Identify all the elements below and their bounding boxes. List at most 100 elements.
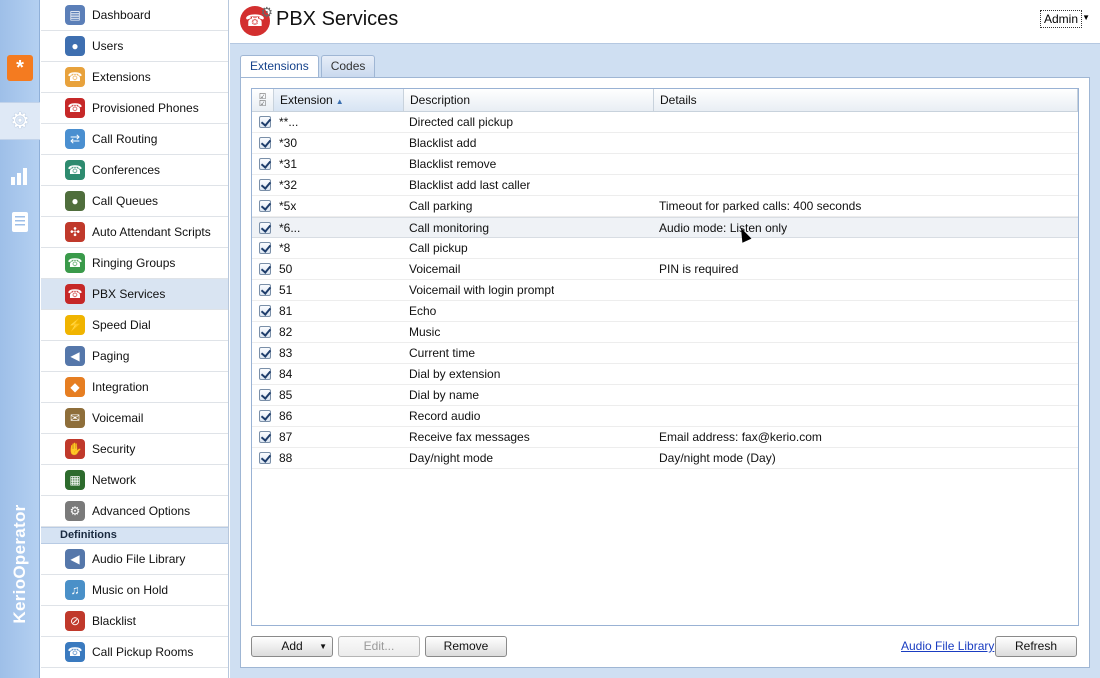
column-header-extension[interactable]: Extension ▲ bbox=[274, 89, 404, 112]
enabled-checkbox[interactable] bbox=[259, 452, 271, 464]
sidebar-item-label: Blacklist bbox=[92, 614, 137, 628]
sidebar-item-integration[interactable]: ◆ Integration bbox=[41, 372, 228, 403]
sidebar-item-call-pickup-rooms[interactable]: ☎ Call Pickup Rooms bbox=[41, 637, 228, 668]
table-row[interactable]: *8 Call pickup bbox=[252, 238, 1078, 259]
column-header-details[interactable]: Details bbox=[654, 89, 1078, 112]
sidebar-item-label: Call Queues bbox=[92, 194, 159, 208]
table-row[interactable]: *30 Blacklist add bbox=[252, 133, 1078, 154]
sidebar-item-call-queues[interactable]: ● Call Queues bbox=[41, 186, 228, 217]
table-row[interactable]: 87 Receive fax messages Email address: fax… bbox=[252, 427, 1078, 448]
enabled-checkbox[interactable] bbox=[259, 410, 271, 422]
caret-down-icon: ▼ bbox=[319, 642, 327, 651]
header-select-all[interactable]: ☑ ☑ bbox=[252, 89, 274, 112]
enabled-checkbox[interactable] bbox=[259, 179, 271, 191]
enabled-checkbox[interactable] bbox=[259, 137, 271, 149]
table-row[interactable]: 51 Voicemail with login prompt bbox=[252, 280, 1078, 301]
table-row[interactable]: 84 Dial by extension bbox=[252, 364, 1078, 385]
table-row[interactable]: **... Directed call pickup bbox=[252, 112, 1078, 133]
description-cell: Receive fax messages bbox=[409, 430, 530, 444]
extension-cell: 82 bbox=[279, 325, 293, 339]
sidebar-item-provisioned-phones[interactable]: ☎ Provisioned Phones bbox=[41, 93, 228, 124]
sidebar-item-auto-attendant-scripts[interactable]: ✣ Auto Attendant Scripts bbox=[41, 217, 228, 248]
sidebar-item-label: Music on Hold bbox=[92, 583, 169, 597]
sidebar-item-blacklist[interactable]: ⊘ Blacklist bbox=[41, 606, 228, 637]
details-cell: Day/night mode (Day) bbox=[659, 451, 776, 465]
edit-button[interactable]: Edit... bbox=[338, 636, 420, 657]
sidebar-item-advanced-options[interactable]: ⚙ Advanced Options bbox=[41, 496, 228, 527]
rail-logs-button[interactable] bbox=[0, 203, 40, 241]
sidebar-item-label: Integration bbox=[92, 380, 149, 394]
tab-extensions[interactable]: Extensions bbox=[240, 55, 319, 78]
refresh-button[interactable]: Refresh bbox=[995, 636, 1077, 657]
enabled-checkbox[interactable] bbox=[259, 326, 271, 338]
table-row[interactable]: *5x Call parking Timeout for parked calls:… bbox=[252, 196, 1078, 217]
brand-text: KerioOperator bbox=[10, 504, 29, 624]
sidebar-item-voicemail[interactable]: ✉ Voicemail bbox=[41, 403, 228, 434]
sidebar-item-audio-file-library[interactable]: ◀ Audio File Library bbox=[41, 544, 228, 575]
table-row[interactable]: 85 Dial by name bbox=[252, 385, 1078, 406]
sidebar-item-extensions[interactable]: ☎ Extensions bbox=[41, 62, 228, 93]
enabled-checkbox[interactable] bbox=[259, 242, 271, 254]
enabled-checkbox[interactable] bbox=[259, 284, 271, 296]
rail-operator-button[interactable]: * bbox=[0, 49, 40, 87]
table-row[interactable]: 50 Voicemail PIN is required bbox=[252, 259, 1078, 280]
table-row[interactable]: 82 Music bbox=[252, 322, 1078, 343]
sidebar-item-pbx-services[interactable]: ☎ PBX Services bbox=[41, 279, 228, 310]
tab-content: ☑ ☑ Extension ▲ Description Details **... D… bbox=[240, 77, 1090, 668]
enabled-checkbox[interactable] bbox=[259, 368, 271, 380]
enabled-checkbox[interactable] bbox=[259, 389, 271, 401]
table-row[interactable]: 88 Day/night mode Day/night mode (Day) bbox=[252, 448, 1078, 469]
pbx-services-icon: ☎ ⚙ bbox=[240, 4, 273, 36]
extension-cell: 51 bbox=[279, 283, 293, 297]
admin-user-menu-label: Admin bbox=[1043, 12, 1078, 26]
audio-file-library-link[interactable]: Audio File Library bbox=[901, 639, 994, 653]
add-button[interactable]: Add ▼ bbox=[251, 636, 333, 657]
integration-icon: ◆ bbox=[65, 377, 85, 397]
details-cell: PIN is required bbox=[659, 262, 739, 276]
column-header-description[interactable]: Description bbox=[404, 89, 654, 112]
sidebar-item-dashboard[interactable]: ▤ Dashboard bbox=[41, 0, 228, 31]
table-row[interactable]: *31 Blacklist remove bbox=[252, 154, 1078, 175]
table-row[interactable]: 86 Record audio bbox=[252, 406, 1078, 427]
sidebar-item-users[interactable]: ● Users bbox=[41, 31, 228, 62]
enabled-checkbox[interactable] bbox=[259, 305, 271, 317]
logs-document-icon bbox=[12, 212, 28, 232]
extension-cell: 81 bbox=[279, 304, 293, 318]
enabled-checkbox[interactable] bbox=[259, 347, 271, 359]
gear-icon: ⚙ bbox=[260, 4, 273, 20]
extensions-phone-icon: ☎ bbox=[65, 67, 85, 87]
sidebar-definitions-nav: ◀ Audio File Library ♫ Music on Hold ⊘ Blackl… bbox=[41, 544, 228, 668]
column-header-details-label: Details bbox=[660, 93, 697, 107]
sidebar-item-conferences[interactable]: ☎ Conferences bbox=[41, 155, 228, 186]
sidebar-item-security[interactable]: ✋ Security bbox=[41, 434, 228, 465]
enabled-checkbox[interactable] bbox=[259, 116, 271, 128]
sidebar-item-music-on-hold[interactable]: ♫ Music on Hold bbox=[41, 575, 228, 606]
remove-button[interactable]: Remove bbox=[425, 636, 507, 657]
extension-cell: 85 bbox=[279, 388, 293, 402]
sidebar-item-call-routing[interactable]: ⇄ Call Routing bbox=[41, 124, 228, 155]
enabled-checkbox[interactable] bbox=[259, 263, 271, 275]
rail-status-button[interactable] bbox=[0, 155, 40, 193]
table-row[interactable]: *32 Blacklist add last caller bbox=[252, 175, 1078, 196]
table-row[interactable]: 83 Current time bbox=[252, 343, 1078, 364]
enabled-checkbox[interactable] bbox=[259, 431, 271, 443]
sidebar-item-speed-dial[interactable]: ⚡ Speed Dial bbox=[41, 310, 228, 341]
sidebar-item-paging[interactable]: ◀ Paging bbox=[41, 341, 228, 372]
enabled-checkbox[interactable] bbox=[259, 222, 271, 234]
enabled-checkbox[interactable] bbox=[259, 158, 271, 170]
rail-configuration-button[interactable]: ⚙ bbox=[0, 102, 40, 140]
admin-user-menu[interactable]: Admin ▼ bbox=[1039, 10, 1090, 28]
description-cell: Blacklist remove bbox=[409, 157, 497, 171]
sidebar-item-label: Call Routing bbox=[92, 132, 158, 146]
table-row[interactable]: 81 Echo bbox=[252, 301, 1078, 322]
sidebar-item-network[interactable]: ▦ Network bbox=[41, 465, 228, 496]
sidebar-item-label: Ringing Groups bbox=[92, 256, 176, 270]
enabled-checkbox[interactable] bbox=[259, 200, 271, 212]
sidebar-item-ringing-groups[interactable]: ☎ Ringing Groups bbox=[41, 248, 228, 279]
sidebar-item-label: Auto Attendant Scripts bbox=[92, 225, 211, 239]
paging-icon: ◀ bbox=[65, 346, 85, 366]
tab-codes[interactable]: Codes bbox=[320, 55, 376, 77]
table-row[interactable]: *6... Call monitoring Audio mode: Listen o… bbox=[252, 217, 1078, 238]
app-rail: * ⚙ KerioOperator bbox=[0, 0, 40, 678]
sidebar-item-label: Paging bbox=[92, 349, 130, 363]
